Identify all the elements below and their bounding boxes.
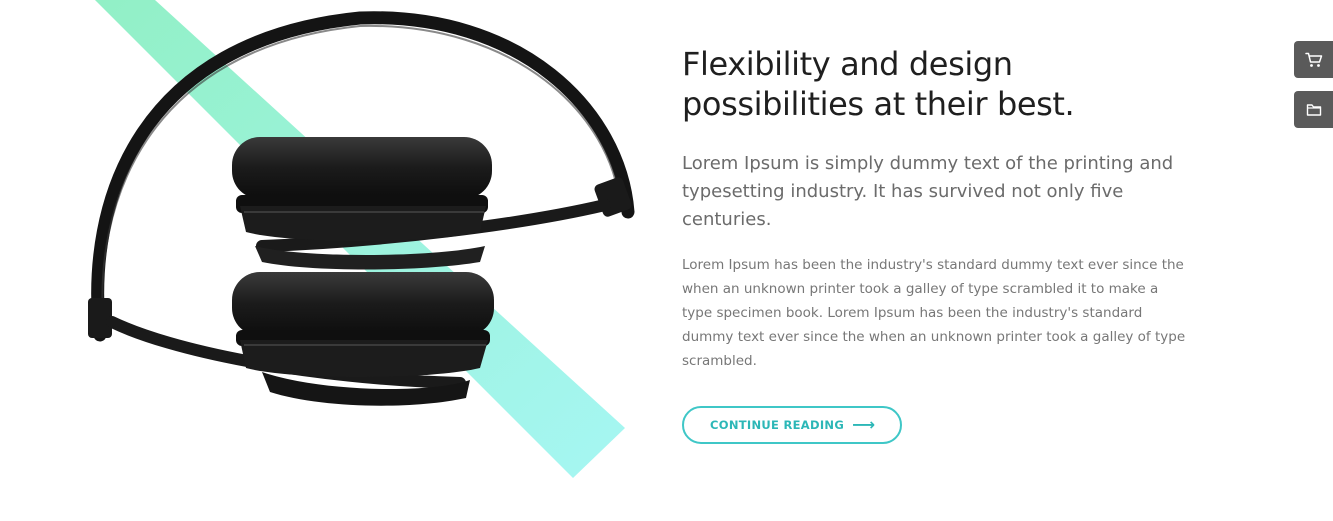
hero-headphones-image — [0, 0, 660, 521]
headphones-illustration — [88, 0, 635, 478]
folder-icon — [1306, 103, 1321, 116]
continue-reading-button[interactable]: CONTINUE READING ⟶ — [682, 406, 903, 444]
lower-ear-cushion — [232, 272, 494, 336]
arrow-right-icon: ⟶ — [852, 415, 876, 434]
body-paragraph: Lorem Ipsum has been the industry's stan… — [682, 257, 1186, 369]
continue-reading-label: CONTINUE READING — [710, 418, 845, 432]
upper-ear-cushion — [232, 137, 492, 199]
headline: Flexibility and design possibilities at … — [682, 45, 1075, 123]
cart-icon — [1304, 52, 1322, 67]
folder-button[interactable] — [1294, 91, 1333, 128]
cart-button[interactable] — [1294, 41, 1333, 78]
content-section: Flexibility and design possibilities at … — [682, 44, 1202, 444]
side-floating-buttons — [1294, 41, 1333, 141]
lead-paragraph: Lorem Ipsum is simply dummy text of the … — [682, 153, 1174, 230]
